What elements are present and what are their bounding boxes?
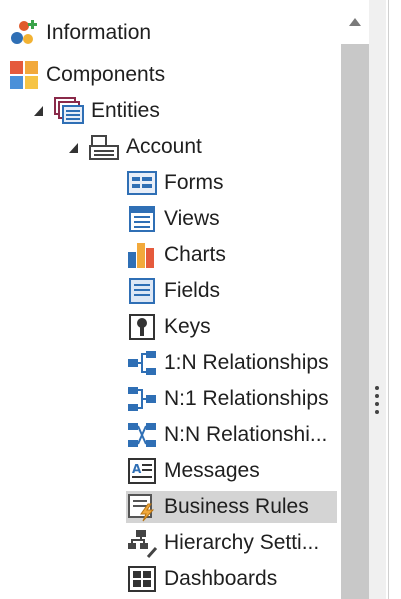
tree-item-label: Entities	[91, 99, 160, 122]
tree-item-account[interactable]: Account	[88, 131, 202, 163]
tree-item-label: Hierarchy Setti...	[164, 531, 320, 554]
charts-icon	[126, 240, 158, 270]
content-pane-border	[388, 0, 389, 599]
tree-item-label: 1:N Relationships	[164, 351, 329, 374]
tree-item-information[interactable]: Information	[8, 17, 151, 49]
pane-splitter[interactable]	[369, 0, 386, 599]
tree-item-label: Charts	[164, 243, 226, 266]
tree-item-forms[interactable]: Forms	[126, 167, 224, 199]
tree-item-one-to-many[interactable]: 1:N Relationships	[126, 347, 329, 379]
solution-explorer: Information Components Entities Account …	[0, 0, 401, 599]
tree-item-business-rules[interactable]: Business Rules	[126, 491, 337, 523]
fields-icon	[126, 276, 158, 306]
vertical-scrollbar[interactable]	[341, 0, 369, 599]
tree-item-label: Account	[126, 135, 202, 158]
tree-item-label: Fields	[164, 279, 221, 302]
tree-item-hierarchy-settings[interactable]: Hierarchy Setti...	[126, 527, 319, 559]
one-to-many-icon	[126, 348, 158, 378]
keys-icon	[126, 312, 158, 342]
tree-item-many-to-one[interactable]: N:1 Relationships	[126, 383, 329, 415]
tree-item-views[interactable]: Views	[126, 203, 220, 235]
messages-icon: A	[126, 456, 158, 486]
collapse-arrow-icon[interactable]	[68, 142, 80, 154]
svg-text:A: A	[132, 462, 142, 476]
tree-item-label: Dashboards	[164, 567, 278, 590]
tree-item-label: Messages	[164, 459, 260, 482]
business-rules-icon	[126, 492, 158, 522]
splitter-grip-icon[interactable]	[375, 386, 380, 422]
tree-item-label: Information	[46, 21, 152, 44]
entities-icon	[53, 96, 85, 126]
tree-item-dashboards[interactable]: Dashboards	[126, 563, 277, 595]
tree-item-keys[interactable]: Keys	[126, 311, 211, 343]
tree-item-label: Components	[46, 63, 166, 86]
solution-tree: Information Components Entities Account …	[0, 0, 340, 599]
tree-item-label: Forms	[164, 171, 224, 194]
information-icon	[8, 18, 40, 48]
many-to-many-icon	[126, 420, 158, 450]
chevron-up-icon	[349, 18, 361, 26]
scroll-up-button[interactable]	[341, 0, 369, 44]
tree-item-many-to-many[interactable]: N:N Relationshi...	[126, 419, 327, 451]
tree-item-label: N:N Relationshi...	[164, 423, 328, 446]
scrollbar-thumb[interactable]	[341, 44, 369, 599]
dashboards-icon	[126, 564, 158, 594]
hierarchy-settings-icon	[126, 528, 158, 558]
views-icon	[126, 204, 158, 234]
tree-item-label: Views	[164, 207, 220, 230]
many-to-one-icon	[126, 384, 158, 414]
collapse-arrow-icon[interactable]	[33, 105, 45, 117]
tree-item-label: Business Rules	[164, 495, 309, 518]
components-icon	[8, 60, 40, 90]
tree-item-label: Keys	[164, 315, 211, 338]
tree-item-label: N:1 Relationships	[164, 387, 329, 410]
tree-item-messages[interactable]: A Messages	[126, 455, 260, 487]
tree-item-components[interactable]: Components	[8, 59, 165, 91]
forms-icon	[126, 168, 158, 198]
tree-item-entities[interactable]: Entities	[53, 95, 160, 127]
tree-item-charts[interactable]: Charts	[126, 239, 226, 271]
tree-item-fields[interactable]: Fields	[126, 275, 220, 307]
entity-icon	[88, 132, 120, 162]
